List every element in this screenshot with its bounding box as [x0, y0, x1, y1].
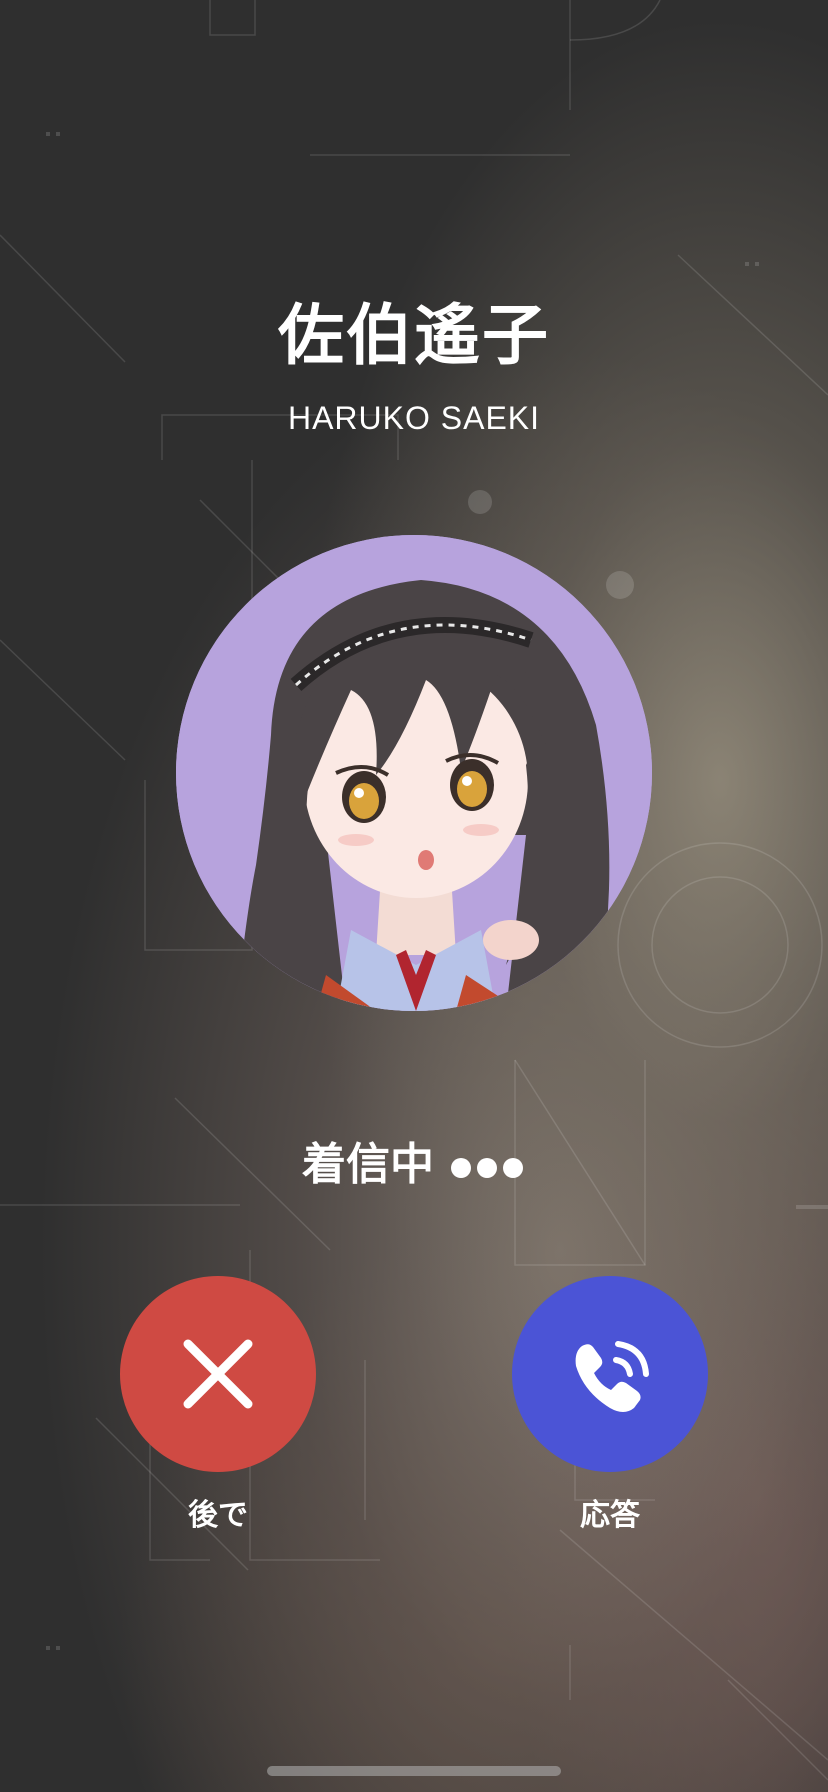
call-status: 着信中 — [0, 1128, 828, 1193]
close-icon — [183, 1339, 253, 1409]
decline-call-label: 後で — [188, 1498, 248, 1533]
accept-call-label: 応答 — [580, 1498, 640, 1533]
ringing-dots-icon — [448, 1142, 526, 1193]
home-indicator[interactable] — [267, 1766, 561, 1776]
caller-name-english: HARUKO SAEKI — [287, 400, 541, 436]
caller-avatar — [176, 535, 652, 1011]
call-status-text: 着信中 — [302, 1139, 434, 1190]
caller-name-japanese: 佐伯遙子 — [278, 297, 550, 374]
accept-call-button[interactable] — [512, 1276, 708, 1472]
phone-ringing-icon — [575, 1341, 649, 1412]
incoming-call-screen: 佐伯遙子 HARUKO SAEKI 着信中 後で 応答 — [0, 0, 828, 1792]
anime-girl-portrait-icon — [176, 535, 652, 1011]
decline-call-button[interactable] — [120, 1276, 316, 1472]
